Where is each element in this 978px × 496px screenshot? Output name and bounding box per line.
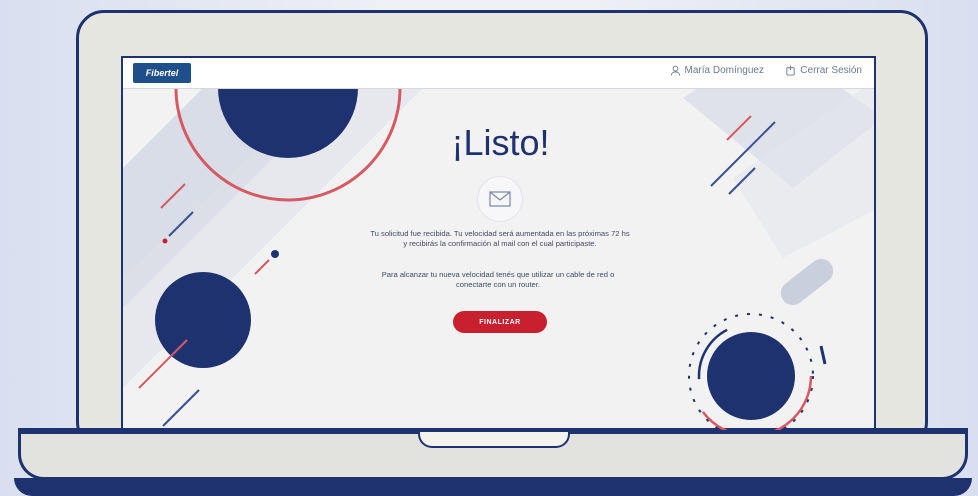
finish-button[interactable]: FINALIZAR bbox=[453, 311, 547, 333]
user-menu[interactable]: María Domínguez bbox=[670, 65, 764, 76]
confirmation-panel: ¡Listo! Tu solicitud fue recibida. Tu ve… bbox=[123, 58, 874, 430]
page-title: ¡Listo! bbox=[451, 122, 550, 163]
confirmation-message: Tu solicitud fue recibida. Tu velocidad … bbox=[370, 229, 630, 248]
logo-text: Fibertel bbox=[145, 68, 179, 78]
mail-icon bbox=[477, 176, 523, 222]
laptop-screen: Fibertel María Domínguez Cerrar Sesión ¡… bbox=[121, 56, 876, 432]
user-icon bbox=[670, 65, 681, 76]
user-name: María Domínguez bbox=[684, 65, 764, 76]
brand-logo[interactable]: Fibertel bbox=[133, 63, 191, 83]
logout-button[interactable]: Cerrar Sesión bbox=[785, 65, 862, 76]
instruction-message: Para alcanzar tu nueva velocidad tenés q… bbox=[381, 270, 615, 289]
laptop-base-shadow bbox=[14, 478, 972, 496]
top-bar: Fibertel María Domínguez Cerrar Sesión bbox=[123, 58, 874, 89]
laptop-notch bbox=[418, 432, 570, 448]
logout-label: Cerrar Sesión bbox=[800, 65, 862, 76]
logout-icon bbox=[785, 65, 796, 76]
